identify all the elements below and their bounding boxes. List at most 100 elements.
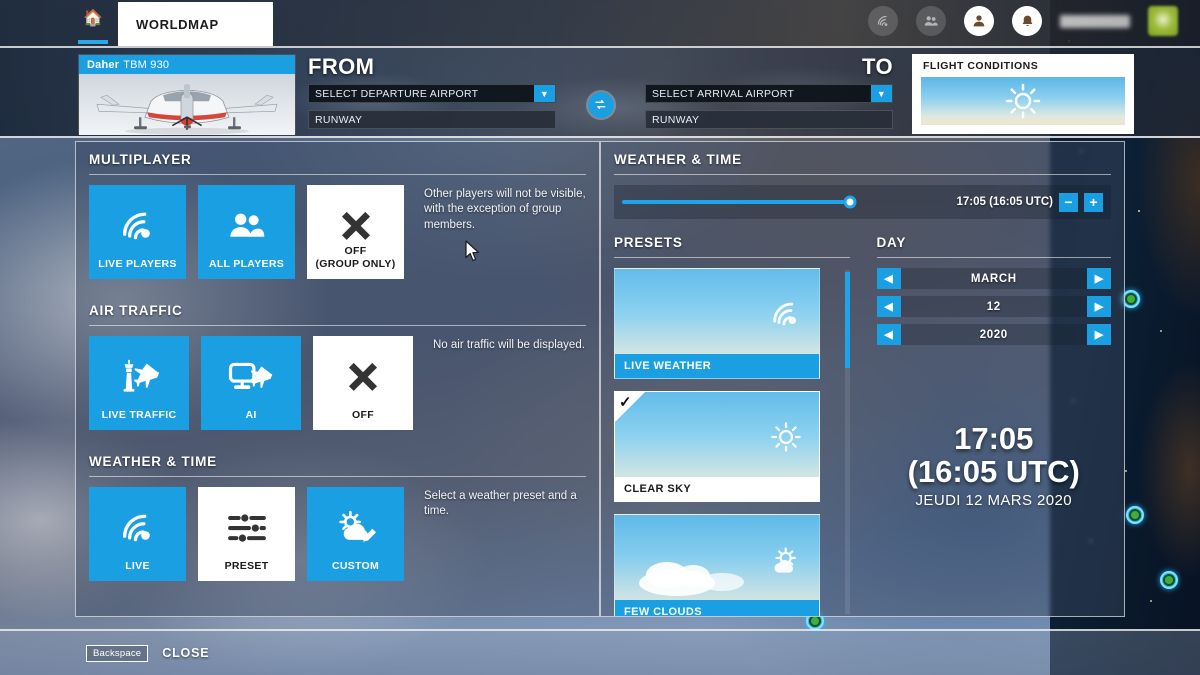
departure-column: FROM SELECT DEPARTURE AIRPORT ▼ RUNWAY <box>308 54 556 129</box>
chevron-right-icon[interactable]: ▶ <box>1087 296 1111 317</box>
arrival-runway-value: RUNWAY <box>652 113 700 126</box>
close-action-label[interactable]: CLOSE <box>162 646 209 660</box>
multiplayer-option-off-group-only[interactable]: OFF (GROUP ONLY) <box>307 185 404 279</box>
tab-worldmap[interactable]: WORLDMAP <box>118 2 273 46</box>
presets-scrollbar-thumb[interactable] <box>844 272 850 368</box>
departure-runway-value: RUNWAY <box>315 113 363 126</box>
weather-mode-preset[interactable]: PRESET <box>198 487 295 581</box>
home-icon: 🏠 <box>83 10 103 27</box>
time-slider[interactable] <box>622 195 943 209</box>
time-decrease-button[interactable]: − <box>1059 192 1078 212</box>
swap-arrows-icon[interactable] <box>587 91 614 118</box>
chevron-right-icon[interactable]: ▶ <box>1087 268 1111 289</box>
avatar[interactable] <box>1148 6 1178 36</box>
chevron-left-icon[interactable]: ◀ <box>876 324 901 345</box>
section-weather-time: WEATHER & TIME <box>601 142 1124 175</box>
tab-home[interactable]: 🏠 <box>72 0 114 46</box>
sun-behind-cloud-icon <box>767 543 803 582</box>
sun-icon <box>769 420 803 459</box>
clock-date: JEUDI 12 MARS 2020 <box>915 491 1072 509</box>
chevron-down-icon[interactable]: ▼ <box>534 85 555 102</box>
tile-label: OFF (GROUP ONLY) <box>315 245 396 270</box>
presets-scroll-area[interactable]: LIVE WEATHER ✓ CLEAR SKY FEW CLOUDS <box>614 268 850 616</box>
flight-header: Daher TBM 930 FROM SELECT DEPARTURE AIRP… <box>0 48 1200 138</box>
chevron-left-icon[interactable]: ◀ <box>876 296 901 317</box>
divider <box>89 174 586 175</box>
departure-airport-value: SELECT DEPARTURE AIRPORT <box>315 87 479 100</box>
tbm930-illustration <box>96 83 278 135</box>
tile-label: LIVE TRAFFIC <box>101 408 177 421</box>
departure-runway-field[interactable]: RUNWAY <box>308 110 556 129</box>
time-increase-button[interactable]: + <box>1084 192 1103 212</box>
aircraft-card[interactable]: Daher TBM 930 <box>78 54 296 135</box>
tile-label: LIVE <box>125 559 150 572</box>
notifications-bell-icon[interactable] <box>1012 6 1042 36</box>
arrival-airport-value: SELECT ARRIVAL AIRPORT <box>652 87 795 100</box>
preset-card-live-weather[interactable]: LIVE WEATHER <box>614 268 820 379</box>
arrival-runway-field[interactable]: RUNWAY <box>645 110 893 129</box>
clock-local-time: 17:05 <box>954 421 1034 456</box>
tile-label: LIVE PLAYERS <box>98 257 177 270</box>
time-slider-handle[interactable] <box>843 195 857 209</box>
multiplayer-title: MULTIPLAYER <box>89 152 192 167</box>
tile-label: ALL PLAYERS <box>208 257 285 270</box>
clock-utc-time: (16:05 UTC) <box>907 453 1080 489</box>
year-value: 2020 <box>979 328 1008 341</box>
divider <box>89 325 586 326</box>
multiplayer-description: Other players will not be visible, with … <box>424 188 586 231</box>
time-value-label: 17:05 (16:05 UTC) <box>956 196 1053 208</box>
section-weather-time-mode: WEATHER & TIME LIVE PRESET CUSTOM Select… <box>76 444 599 581</box>
weather-mode-live[interactable]: LIVE <box>89 487 186 581</box>
air-traffic-title: AIR TRAFFIC <box>89 303 183 318</box>
tile-label: PRESET <box>224 559 269 572</box>
arrival-column: TO SELECT ARRIVAL AIRPORT ▼ RUNWAY <box>645 54 893 129</box>
cross-icon <box>343 357 383 402</box>
cloud-art <box>639 562 744 596</box>
day-row-day: ◀ 12 ▶ <box>876 296 1111 317</box>
live-signal-icon <box>118 206 158 251</box>
flight-options-panel: MULTIPLAYER LIVE PLAYERS ALL PLAYERS OFF… <box>75 141 600 617</box>
air-traffic-option-live-traffic[interactable]: LIVE TRAFFIC <box>89 336 189 430</box>
live-signal-icon <box>118 508 158 553</box>
flight-conditions-card: FLIGHT CONDITIONS <box>912 54 1134 134</box>
air-traffic-description: No air traffic will be displayed. <box>433 339 585 351</box>
multiplayer-option-live-players[interactable]: LIVE PLAYERS <box>89 185 186 279</box>
preset-label: CLEAR SKY <box>615 477 819 501</box>
preset-card-few-clouds[interactable]: FEW CLOUDS <box>614 514 820 616</box>
flight-conditions-title: FLIGHT CONDITIONS <box>923 60 1039 72</box>
top-navigation-bar: 🏠 WORLDMAP <box>0 0 1200 48</box>
worldmap-screen: 🏠 WORLDMAP Daher TBM 930 FROM SELECT DEP… <box>0 0 1200 675</box>
day-column: DAY ◀ MARCH ▶ ◀ 12 ▶ ◀ 2020 ▶ 17:05 (16:… <box>863 225 1125 616</box>
airport-marker[interactable] <box>1160 571 1178 589</box>
arrival-airport-select[interactable]: SELECT ARRIVAL AIRPORT ▼ <box>645 84 893 103</box>
live-radar-icon[interactable] <box>868 6 898 36</box>
friends-group-icon[interactable] <box>916 6 946 36</box>
preset-label: FEW CLOUDS <box>615 600 819 616</box>
monitor-plane-icon <box>227 357 275 402</box>
profile-icon[interactable] <box>964 6 994 36</box>
section-multiplayer: MULTIPLAYER LIVE PLAYERS ALL PLAYERS OFF… <box>76 142 599 279</box>
airport-marker[interactable] <box>1126 506 1144 524</box>
tile-label: AI <box>245 408 257 421</box>
preset-card-clear-sky[interactable]: ✓ CLEAR SKY <box>614 391 820 502</box>
chevron-down-icon[interactable]: ▼ <box>871 85 892 102</box>
divider <box>614 257 850 258</box>
departure-airport-select[interactable]: SELECT DEPARTURE AIRPORT ▼ <box>308 84 556 103</box>
time-slider-fill <box>622 200 850 204</box>
chevron-left-icon[interactable]: ◀ <box>876 268 901 289</box>
weather-mode-custom[interactable]: CUSTOM <box>307 487 404 581</box>
active-tab-underline <box>78 40 108 44</box>
bottom-action-bar: Backspace CLOSE <box>0 629 1200 675</box>
divider <box>614 174 1111 175</box>
sliders-icon <box>225 510 269 551</box>
air-traffic-option-off[interactable]: OFF <box>313 336 413 430</box>
presets-scrollbar-track[interactable] <box>844 270 850 614</box>
tile-label: OFF <box>352 408 374 421</box>
multiplayer-option-all-players[interactable]: ALL PLAYERS <box>198 185 295 279</box>
mouse-cursor <box>465 240 480 262</box>
weather-time-panel-title: WEATHER & TIME <box>614 152 742 167</box>
aircraft-name: Daher TBM 930 <box>79 55 295 74</box>
chevron-right-icon[interactable]: ▶ <box>1087 324 1111 345</box>
two-people-icon <box>226 206 268 251</box>
air-traffic-option-ai[interactable]: AI <box>201 336 301 430</box>
